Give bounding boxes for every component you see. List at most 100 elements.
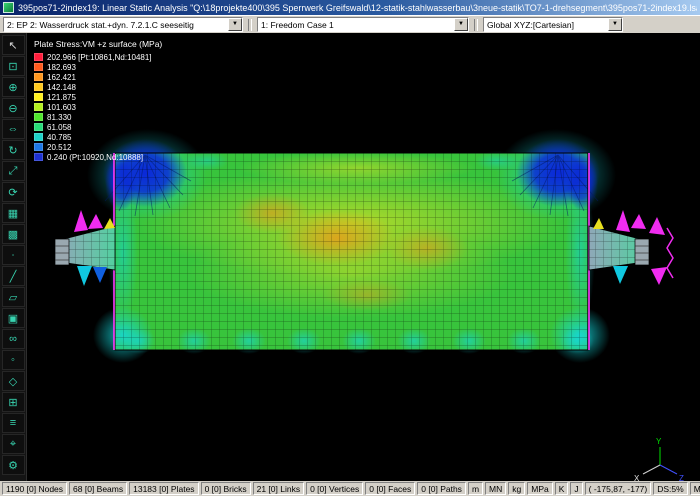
legend-value: 162.421 xyxy=(47,73,76,82)
status-cell: 0 [0] Vertices xyxy=(306,482,363,495)
vertex-toggle-icon[interactable]: ◦ xyxy=(2,350,25,370)
legend-value: 40.785 xyxy=(47,133,71,142)
status-cell: 1190 [0] Nodes xyxy=(2,482,67,495)
status-cell: 21 [0] Links xyxy=(253,482,304,495)
status-cell: 68 [0] Beams xyxy=(69,482,127,495)
left-trunnion-arm[interactable] xyxy=(55,210,115,286)
app-icon xyxy=(3,2,14,13)
legend-swatch xyxy=(34,133,43,141)
legend-title: Plate Stress:VM +z surface (MPa) xyxy=(34,39,162,49)
legend-value: 121.875 xyxy=(47,93,76,102)
axis-z-label: Z xyxy=(679,474,684,481)
label-toggle-icon[interactable]: ⊞ xyxy=(2,392,25,412)
select-tool-icon[interactable]: ↖ xyxy=(2,35,25,55)
legend-entry: 20.512 xyxy=(34,142,162,152)
pan-tool-icon[interactable]: ⇔ xyxy=(2,119,25,139)
legend-swatch xyxy=(34,83,43,91)
legend-value: 0.240 (Pt:10920,Nd:10888] xyxy=(47,153,143,162)
status-cell: ( -175,87, -177) xyxy=(585,482,652,495)
legend-entry: 121.875 xyxy=(34,92,162,102)
legend-entry: 182.693 xyxy=(34,62,162,72)
legend-swatch xyxy=(34,63,43,71)
legend-entry: 202.966 [Pt:10861,Nd:10481] xyxy=(34,52,162,62)
left-toolbar: ↖⊡⊕⊖⇔↻⤢⟳▦▩∙╱▱▣∞◦◇⊞≡⌖⚙ xyxy=(0,33,27,481)
legend-value: 81.330 xyxy=(47,113,71,122)
beam-toggle-icon[interactable]: ╱ xyxy=(2,266,25,286)
legend-swatch xyxy=(34,123,43,131)
toolbar-separator xyxy=(248,19,252,31)
status-cell: MPa xyxy=(527,482,552,495)
fit-view-tool-icon[interactable]: ⤢ xyxy=(2,161,25,181)
legend-entry: 101.603 xyxy=(34,102,162,112)
legend-entry: 142.148 xyxy=(34,82,162,92)
legend-value: 202.966 [Pt:10861,Nd:10481] xyxy=(47,53,152,62)
status-cell: 13183 [0] Plates xyxy=(129,482,198,495)
result-case-combo[interactable]: 2: EP 2: Wasserdruck stat.+dyn. 7.2.1.C … xyxy=(3,17,243,32)
status-cell: DS:5% xyxy=(653,482,687,495)
zoom-out-tool-icon[interactable]: ⊖ xyxy=(2,98,25,118)
wireframe-toggle-icon[interactable]: ▦ xyxy=(2,203,25,223)
status-cell: 0 [0] Bricks xyxy=(201,482,251,495)
legend-value: 101.603 xyxy=(47,103,76,112)
axis-x-label: X xyxy=(634,474,640,481)
right-trunnion-arm[interactable] xyxy=(589,210,673,285)
legend-entry: 40.785 xyxy=(34,132,162,142)
chevron-down-icon[interactable]: ▼ xyxy=(454,18,468,31)
coordinate-system-value: Global XYZ:[Cartesian] xyxy=(484,20,608,30)
model-viewport[interactable]: Plate Stress:VM +z surface (MPa) 202.966… xyxy=(27,33,700,481)
freedom-case-combo[interactable]: 1: Freedom Case 1 ▼ xyxy=(257,17,469,32)
toolbar-separator xyxy=(474,19,478,31)
legend-entry: 162.421 xyxy=(34,72,162,82)
legend-swatch xyxy=(34,113,43,121)
app-window: 395pos71-2index19: Linear Static Analysi… xyxy=(0,0,700,496)
rotate-tool-icon[interactable]: ↻ xyxy=(2,140,25,160)
toolbar: 2: EP 2: Wasserdruck stat.+dyn. 7.2.1.C … xyxy=(0,15,700,34)
status-cell: 0 [0] Faces xyxy=(365,482,415,495)
render-toggle-icon[interactable]: ▩ xyxy=(2,224,25,244)
left-trunnion-pin[interactable] xyxy=(55,239,69,265)
legend-entry: 0.240 (Pt:10920,Nd:10888] xyxy=(34,152,162,162)
status-cell: J xyxy=(570,482,582,495)
status-cell: Model xyxy=(690,482,700,495)
legend-swatch xyxy=(34,153,43,161)
legend-value: 142.148 xyxy=(47,83,76,92)
settings-tool-icon[interactable]: ⚙ xyxy=(2,455,25,475)
legend-entry: 81.330 xyxy=(34,112,162,122)
contour-toggle-icon[interactable]: ≡ xyxy=(2,413,25,433)
chevron-down-icon[interactable]: ▼ xyxy=(608,18,622,31)
zoom-in-tool-icon[interactable]: ⊕ xyxy=(2,77,25,97)
link-toggle-icon[interactable]: ∞ xyxy=(2,329,25,349)
status-cell: 0 [0] Paths xyxy=(417,482,466,495)
brick-toggle-icon[interactable]: ▣ xyxy=(2,308,25,328)
axes-toggle-icon[interactable]: ⌖ xyxy=(2,434,25,454)
legend-value: 20.512 xyxy=(47,143,71,152)
status-cell: K xyxy=(555,482,569,495)
legend-swatch xyxy=(34,103,43,111)
status-cell: m xyxy=(468,482,483,495)
status-cell: kg xyxy=(508,482,525,495)
legend-swatch xyxy=(34,53,43,61)
legend-value: 182.693 xyxy=(47,63,76,72)
window-titlebar[interactable]: 395pos71-2index19: Linear Static Analysi… xyxy=(0,0,700,15)
legend-swatch xyxy=(34,93,43,101)
gate-panel-mesh[interactable] xyxy=(87,129,616,363)
freedom-case-value: 1: Freedom Case 1 xyxy=(258,20,454,30)
result-case-value: 2: EP 2: Wasserdruck stat.+dyn. 7.2.1.C … xyxy=(4,20,228,30)
right-trunnion-pin[interactable] xyxy=(635,239,649,265)
coordinate-system-combo[interactable]: Global XYZ:[Cartesian] ▼ xyxy=(483,17,623,32)
status-cell: MN xyxy=(485,482,506,495)
plate-toggle-icon[interactable]: ▱ xyxy=(2,287,25,307)
status-bar: 1190 [0] Nodes68 [0] Beams13183 [0] Plat… xyxy=(0,481,700,496)
legend-swatch xyxy=(34,143,43,151)
window-title: 395pos71-2index19: Linear Static Analysi… xyxy=(18,3,697,13)
zoom-box-tool-icon[interactable]: ⊡ xyxy=(2,56,25,76)
chevron-down-icon[interactable]: ▼ xyxy=(228,18,242,31)
axis-triad: Y X Z xyxy=(634,437,684,481)
face-toggle-icon[interactable]: ◇ xyxy=(2,371,25,391)
node-toggle-icon[interactable]: ∙ xyxy=(2,245,25,265)
redraw-tool-icon[interactable]: ⟳ xyxy=(2,182,25,202)
contour-legend: Plate Stress:VM +z surface (MPa) 202.966… xyxy=(34,39,162,162)
legend-entries: 202.966 [Pt:10861,Nd:10481]182.693162.42… xyxy=(34,52,162,162)
axis-y-label: Y xyxy=(656,437,662,446)
legend-entry: 61.058 xyxy=(34,122,162,132)
